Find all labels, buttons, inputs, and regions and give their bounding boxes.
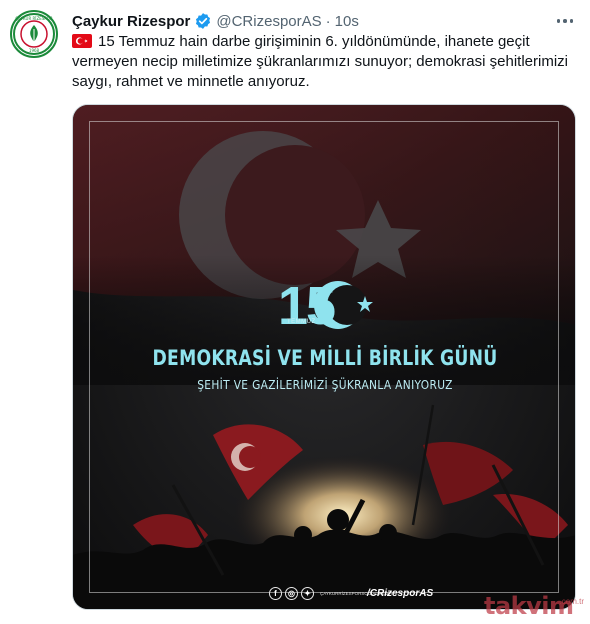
image-title: DEMOKRASİ VE MİLLİ BİRLİK GÜNÜ (152, 346, 498, 370)
author-handle[interactable]: @CRizesporAS (216, 13, 321, 30)
avatar-year: 1968 (29, 48, 40, 53)
tweet-text: 15 Temmuz hain darbe girişiminin 6. yıld… (72, 33, 568, 90)
instagram-icon: ◎ (285, 586, 298, 600)
watermark-logo: takvim .com.tr (484, 592, 584, 620)
footer-small-text: ÇAYKURRİZESPORSOCIALMEDIA (320, 590, 393, 596)
footer-handle: /CRizesporAS (367, 587, 434, 599)
image-footer: f ◎ ✦ ÇAYKURRİZESPORSOCIALMEDIA /CRizesp… (269, 585, 433, 601)
timestamp[interactable]: 10s (335, 13, 359, 30)
image-subtitle: ŞEHİT VE GAZİLERİMİZİ ŞÜKRANLA ANIYORUZ (197, 377, 453, 392)
logo-month: TEMMUZ (287, 319, 316, 325)
twitter-icon: ✦ (301, 586, 314, 600)
separator-dot: · (325, 12, 331, 30)
verified-badge-icon (196, 13, 211, 29)
watermark-suffix: .com.tr (559, 597, 584, 606)
tweet-header: Çaykur Rizespor @CRizesporAS · 10s (72, 11, 359, 31)
author-name[interactable]: Çaykur Rizespor (72, 13, 190, 30)
tweet-image[interactable]: 15 TEMMUZ DEMOKRASİ VE MİLLİ BİRLİK GÜNÜ… (72, 104, 576, 610)
club-logo-icon: ÇAYKUR RİZESPOR 1968 (13, 13, 55, 55)
avatar-text: ÇAYKUR RİZESPOR (15, 16, 52, 21)
turkish-flag-icon (72, 34, 92, 48)
tweet-text-block: 15 Temmuz hain darbe girişiminin 6. yıld… (72, 32, 572, 92)
avatar[interactable]: ÇAYKUR RİZESPOR 1968 (10, 10, 58, 58)
tweet[interactable]: ÇAYKUR RİZESPOR 1968 Çaykur Rizespor @CR… (0, 0, 590, 624)
facebook-icon: f (269, 586, 282, 600)
more-options-icon[interactable] (554, 12, 576, 30)
